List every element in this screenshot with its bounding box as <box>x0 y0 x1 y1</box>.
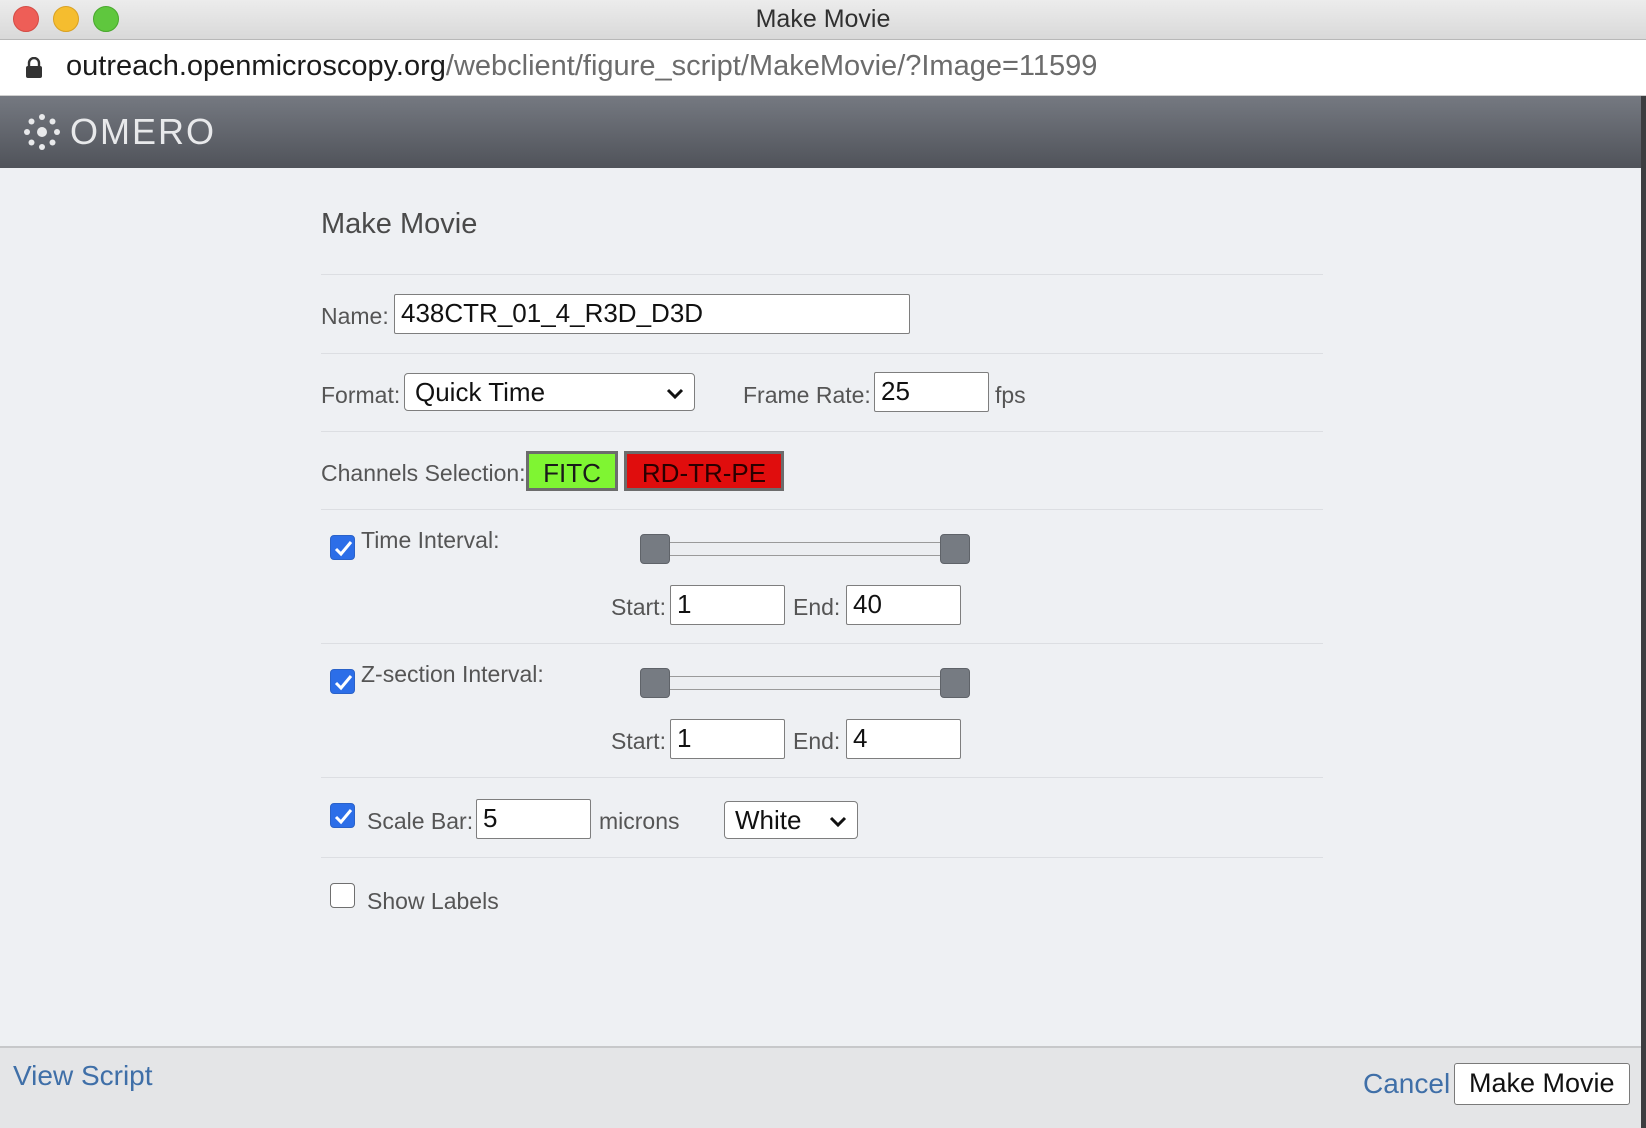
z-start-input[interactable]: 1 <box>670 719 785 759</box>
time-end-slider-handle[interactable] <box>940 534 970 564</box>
checkmark-icon <box>334 675 353 691</box>
checkmark-icon <box>334 541 353 557</box>
url-text[interactable]: outreach.openmicroscopy.org/webclient/fi… <box>66 50 1097 83</box>
divider <box>321 777 1323 778</box>
cancel-link[interactable]: Cancel <box>1363 1068 1450 1100</box>
z-interval-checkbox[interactable] <box>330 669 355 694</box>
divider <box>321 509 1323 510</box>
scale-bar-color-select[interactable]: White <box>724 801 858 839</box>
format-label: Format: <box>321 382 401 408</box>
time-end-input[interactable]: 40 <box>846 585 961 625</box>
time-start-slider-handle[interactable] <box>640 534 670 564</box>
page-title: Make Movie <box>321 208 478 240</box>
divider <box>321 353 1323 354</box>
address-bar[interactable]: outreach.openmicroscopy.org/webclient/fi… <box>0 40 1646 96</box>
dialog-footer: View Script Cancel Make Movie <box>0 1046 1646 1128</box>
omero-logo-icon <box>24 114 60 150</box>
scale-bar-input[interactable]: 5 <box>476 799 591 839</box>
format-selected-value: Quick Time <box>415 377 546 407</box>
divider <box>321 274 1323 275</box>
channel-toggle-rd-tr-pe[interactable]: RD-TR-PE <box>624 451 784 491</box>
z-end-input[interactable]: 4 <box>846 719 961 759</box>
microns-unit-label: microns <box>599 808 680 834</box>
time-interval-checkbox[interactable] <box>330 535 355 560</box>
make-movie-button[interactable]: Make Movie <box>1454 1063 1630 1105</box>
show-labels-label: Show Labels <box>367 888 499 914</box>
time-end-label: End: <box>793 594 841 620</box>
scale-bar-color-value: White <box>735 805 802 835</box>
time-start-input[interactable]: 1 <box>670 585 785 625</box>
time-start-label: Start: <box>611 594 666 620</box>
window-titlebar: Make Movie <box>0 0 1646 40</box>
view-script-link[interactable]: View Script <box>13 1060 153 1092</box>
z-start-label: Start: <box>611 728 666 754</box>
channel-toggle-fitc[interactable]: FITC <box>526 451 618 491</box>
scale-bar-label: Scale Bar: <box>367 808 474 834</box>
frame-rate-label: Frame Rate: <box>743 382 871 408</box>
divider <box>321 857 1323 858</box>
omero-logo-text: OMERO <box>70 111 217 152</box>
url-host: outreach.openmicroscopy.org <box>66 50 446 82</box>
lock-icon <box>26 57 42 78</box>
show-labels-checkbox[interactable] <box>330 883 355 908</box>
chevron-down-icon <box>829 816 847 828</box>
window-title: Make Movie <box>755 5 891 33</box>
frame-rate-input[interactable]: 25 <box>874 372 989 412</box>
z-interval-label: Z-section Interval: <box>361 661 544 687</box>
fps-unit-label: fps <box>995 382 1026 408</box>
make-movie-form: Make Movie Name: 438CTR_01_4_R3D_D3D For… <box>0 168 1646 1048</box>
make-movie-window: Make Movie outreach.openmicroscopy.org/w… <box>0 0 1646 1128</box>
scale-bar-checkbox[interactable] <box>330 803 355 828</box>
divider <box>321 431 1323 432</box>
checkmark-icon <box>334 809 353 825</box>
channels-label: Channels Selection: <box>321 460 526 486</box>
url-path: /webclient/figure_script/MakeMovie/?Imag… <box>445 50 1098 82</box>
format-select[interactable]: Quick Time <box>404 373 695 411</box>
z-start-slider-handle[interactable] <box>640 668 670 698</box>
window-edge <box>1641 96 1646 1128</box>
z-interval-slider-track[interactable] <box>655 676 955 690</box>
z-end-label: End: <box>793 728 841 754</box>
z-end-slider-handle[interactable] <box>940 668 970 698</box>
time-interval-slider-track[interactable] <box>655 542 955 556</box>
omero-header: OMERO <box>0 96 1646 168</box>
name-label: Name: <box>321 303 389 329</box>
name-input[interactable]: 438CTR_01_4_R3D_D3D <box>394 294 910 334</box>
chevron-down-icon <box>666 388 684 400</box>
divider <box>321 643 1323 644</box>
time-interval-label: Time Interval: <box>361 527 500 553</box>
